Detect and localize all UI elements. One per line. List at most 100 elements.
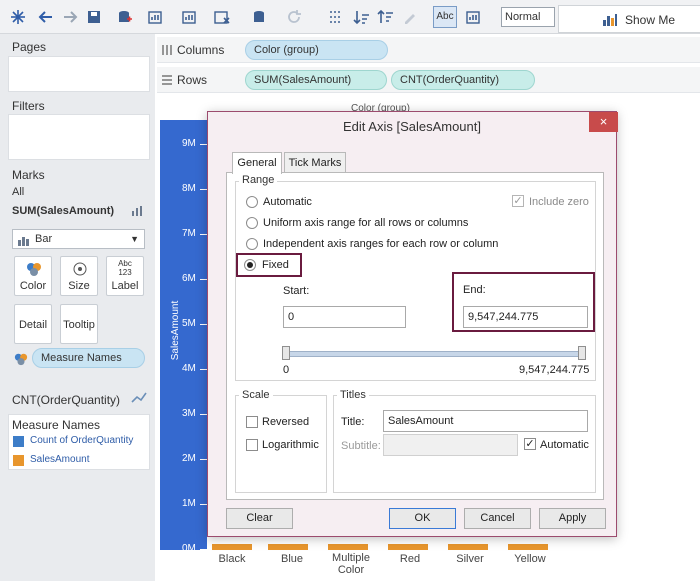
size-button[interactable]: Size	[60, 256, 98, 296]
filters-shelf[interactable]	[8, 114, 150, 160]
label-label: Label	[111, 280, 139, 292]
legend-item-count[interactable]: Count of OrderQuantity	[30, 435, 133, 446]
highlight-icon[interactable]	[400, 7, 420, 27]
cnt-orderquantity-pill[interactable]: CNT(OrderQuantity)	[391, 70, 535, 90]
category-label[interactable]: Silver	[440, 553, 500, 565]
reversed-label: Reversed	[262, 416, 310, 428]
pages-shelf[interactable]	[8, 56, 150, 92]
start-input[interactable]: 0	[283, 306, 406, 328]
label-button[interactable]: Abc 123 Label	[106, 256, 144, 296]
general-panel: Range Automatic ✓ Include zero Uniform a…	[226, 172, 604, 500]
sum-salesamount-pill[interactable]: SUM(SalesAmount)	[245, 70, 387, 90]
slider-max-label: 9,547,244.775	[519, 364, 590, 376]
show-me-button[interactable]: Show Me	[558, 5, 700, 33]
category-label[interactable]: Black	[202, 553, 262, 565]
axis-tick-mark	[200, 369, 207, 370]
edit-axis-dialog: Edit Axis [SalesAmount] × General Tick M…	[207, 111, 618, 537]
end-input[interactable]: 9,547,244.775	[463, 306, 588, 328]
axis-tick-label: 7M	[182, 228, 196, 239]
clear-button[interactable]: Clear	[226, 508, 293, 529]
tableau-logo-icon[interactable]	[8, 7, 28, 27]
color-icon	[27, 263, 41, 276]
title-input[interactable]: SalesAmount	[383, 410, 588, 432]
columns-shelf[interactable]: Columns Color (group)	[157, 37, 700, 63]
bar-mark[interactable]	[388, 544, 428, 550]
tab-general[interactable]: General	[232, 152, 282, 174]
axis-tick-mark	[200, 189, 207, 190]
category-label[interactable]: Blue	[262, 553, 322, 565]
color-button[interactable]: Color	[14, 256, 52, 296]
titles-label: Titles	[337, 389, 369, 401]
axis-tick-mark	[200, 549, 207, 550]
category-label[interactable]: Multiple Color	[321, 552, 381, 576]
tooltip-button[interactable]: Tooltip	[60, 304, 98, 344]
uniform-range-radio[interactable]	[246, 217, 258, 229]
axis-tick-mark	[200, 279, 207, 280]
close-button[interactable]: ×	[589, 112, 618, 132]
bar-mark[interactable]	[508, 544, 548, 550]
back-icon[interactable]	[36, 7, 56, 27]
measure-names-pill[interactable]: Measure Names	[32, 348, 145, 368]
marks-cnt-tab[interactable]: CNT(OrderQuantity)	[12, 393, 120, 407]
sort-ascending-icon[interactable]	[352, 7, 372, 27]
bar-mark[interactable]	[448, 544, 488, 550]
slider-max-handle[interactable]	[578, 346, 586, 360]
dialog-title: Edit Axis [SalesAmount]	[342, 119, 481, 134]
category-label[interactable]: Red	[380, 553, 440, 565]
range-slider[interactable]	[285, 351, 586, 357]
show-cards-icon[interactable]	[464, 7, 484, 27]
fit-mode-select[interactable]: Normal	[501, 7, 555, 27]
axis-tick-label: 1M	[182, 498, 196, 509]
duplicate-sheet-icon[interactable]	[180, 7, 200, 27]
fixed-radio[interactable]	[244, 259, 256, 271]
automatic-radio[interactable]	[246, 196, 258, 208]
slider-min-handle[interactable]	[282, 346, 290, 360]
size-icon	[73, 262, 87, 276]
independent-range-label: Independent axis ranges for each row or …	[263, 238, 499, 250]
show-labels-button[interactable]: Abc	[433, 6, 457, 28]
logarithmic-checkbox[interactable]	[246, 439, 258, 451]
range-label: Range	[239, 174, 278, 186]
bar-mark[interactable]	[328, 544, 368, 550]
toolbar: Abc Normal Show Me	[0, 0, 700, 34]
axis-title: SalesAmount	[170, 300, 182, 361]
bar-mark[interactable]	[268, 544, 308, 550]
axis-tick-mark	[200, 459, 207, 460]
axis-tick-label: 6M	[182, 273, 196, 284]
automatic-checkbox[interactable]: ✓	[524, 438, 536, 450]
dialog-tabs: General Tick Marks Range Automatic ✓ Inc…	[226, 152, 604, 500]
uniform-range-label: Uniform axis range for all rows or colum…	[263, 217, 469, 229]
detail-button[interactable]: Detail	[14, 304, 52, 344]
datasource-icon[interactable]	[250, 7, 270, 27]
independent-range-radio[interactable]	[246, 238, 258, 250]
include-zero-checkbox[interactable]: ✓	[512, 195, 524, 207]
tab-tick-marks[interactable]: Tick Marks	[284, 152, 346, 173]
axis-tick-label: 4M	[182, 363, 196, 374]
mark-type-select[interactable]: Bar ▼	[12, 229, 145, 249]
ok-button[interactable]: OK	[389, 508, 456, 529]
forward-icon[interactable]	[60, 7, 80, 27]
label-abc-icon: Abc 123	[118, 259, 132, 277]
axis-tick-mark	[200, 234, 207, 235]
swap-icon[interactable]	[326, 7, 346, 27]
apply-button[interactable]: Apply	[539, 508, 606, 529]
bar-mark[interactable]	[212, 544, 252, 550]
marks-all-tab[interactable]: All	[12, 186, 24, 198]
subtitle-input[interactable]	[383, 434, 518, 456]
clear-sheet-icon[interactable]	[212, 7, 232, 27]
color-group-pill[interactable]: Color (group)	[245, 40, 388, 60]
cancel-button[interactable]: Cancel	[464, 508, 531, 529]
rows-shelf[interactable]: Rows SUM(SalesAmount) CNT(OrderQuantity)	[157, 67, 700, 93]
save-icon[interactable]	[84, 7, 104, 27]
refresh-icon[interactable]	[284, 7, 304, 27]
rows-icon	[162, 75, 172, 85]
legend-item-salesamount[interactable]: SalesAmount	[30, 454, 89, 465]
sort-descending-icon[interactable]	[376, 7, 396, 27]
reversed-checkbox[interactable]	[246, 416, 258, 428]
marks-measure-tab[interactable]: SUM(SalesAmount)	[12, 205, 114, 217]
new-worksheet-icon[interactable]	[146, 7, 166, 27]
category-label[interactable]: Yellow	[500, 553, 560, 565]
new-datasource-icon[interactable]	[114, 7, 134, 27]
axis-tick-label: 0M	[182, 543, 196, 554]
slider-min-label: 0	[283, 364, 290, 376]
